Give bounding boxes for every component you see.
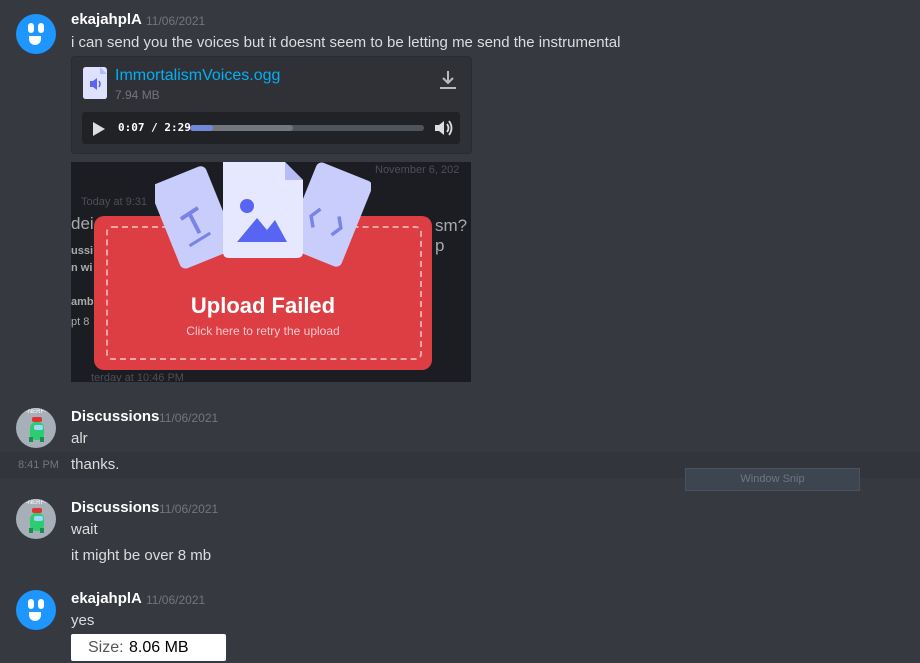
attachment-filesize: 7.94 MB (115, 88, 160, 102)
audio-player: 0:07 / 2:29 (82, 112, 460, 144)
audio-attachment: ImmortalismVoices.ogg 7.94 MB 0:07 / 2:2… (71, 56, 472, 154)
avatar-mouth (29, 612, 41, 621)
timestamp: 11/06/2021 (159, 502, 219, 516)
size-value: 8.06 MB (129, 639, 189, 656)
avatar-eye (28, 23, 34, 33)
upload-failed-subtitle: Click here to retry the upload (186, 324, 340, 338)
hover-timestamp: 8:41 PM (18, 459, 59, 471)
timestamp: 11/06/2021 (146, 593, 206, 607)
window-snip-overlay[interactable]: Window Snip (685, 468, 860, 491)
message-text: alr (71, 430, 88, 447)
audio-file-icon (83, 67, 107, 99)
background-letters: amb (71, 296, 94, 308)
window-snip-label: Window Snip (740, 473, 805, 485)
user-avatar[interactable]: -NERF- (16, 499, 56, 539)
username[interactable]: ekajahplA (71, 590, 142, 607)
image-attachment[interactable]: November 6, 202 Today at 9:31 dei ussi n… (71, 162, 471, 382)
background-letters: pt 8 (71, 316, 90, 328)
message-text: i can send you the voices but it doesnt … (71, 34, 621, 51)
background-letters: ussi (71, 245, 94, 257)
timestamp: 11/06/2021 (159, 411, 219, 425)
avatar-text: -NERF- (25, 500, 47, 506)
username[interactable]: Discussions (71, 408, 159, 425)
file-size-popup: Size: 8.06 MB (71, 634, 226, 661)
user-avatar[interactable] (16, 14, 56, 54)
user-avatar[interactable] (16, 590, 56, 630)
background-letters: n wi (71, 262, 93, 274)
upload-failed-title: Upload Failed (190, 293, 336, 318)
avatar-eye (28, 599, 34, 609)
background-letters: dei (71, 214, 94, 233)
message-text: wait (71, 521, 98, 538)
timestamp: 11/06/2021 (146, 14, 206, 28)
download-icon[interactable] (438, 69, 458, 95)
avatar-mouth (29, 36, 41, 45)
background-date-text: November 6, 202 (375, 164, 460, 176)
message-text: thanks. (71, 456, 120, 473)
image-file-icon (223, 162, 303, 262)
attachment-filename[interactable]: ImmortalismVoices.ogg (115, 67, 280, 85)
background-today-text: Today at 9:31 (81, 196, 148, 208)
audio-progress-track[interactable] (190, 125, 424, 131)
background-question-text: sm? p (435, 216, 468, 255)
audio-progress-bar (190, 125, 214, 131)
background-yesterday-text: terday at 10:46 PM (91, 372, 184, 382)
message-text: it might be over 8 mb (71, 547, 212, 564)
audio-time: 0:07 / 2:29 (118, 121, 191, 134)
avatar-eye (38, 23, 44, 33)
username[interactable]: ekajahplA (71, 11, 142, 28)
message-text: yes (71, 612, 95, 629)
play-icon[interactable] (92, 121, 106, 141)
size-label: Size: (88, 639, 124, 656)
avatar-eye (38, 599, 44, 609)
user-avatar[interactable]: -NERF- (16, 408, 56, 448)
volume-icon[interactable] (434, 119, 454, 141)
username[interactable]: Discussions (71, 499, 159, 516)
avatar-text: -NERF- (25, 409, 47, 415)
